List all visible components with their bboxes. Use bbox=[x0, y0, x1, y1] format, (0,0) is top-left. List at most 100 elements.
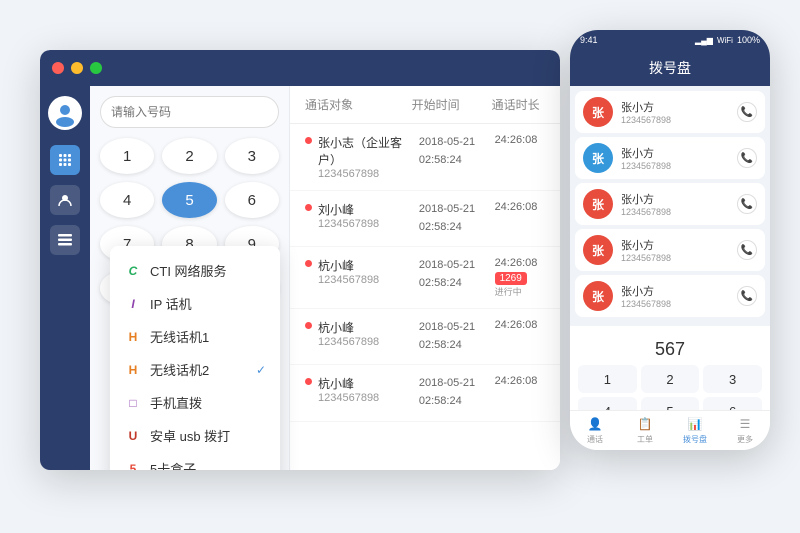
cti-icon: C bbox=[124, 262, 142, 280]
header-duration: 通话时长 bbox=[492, 96, 545, 113]
call-log-list: 张小志（企业客户） 1234567898 2018-05-21 02:58:24… bbox=[290, 124, 560, 470]
call-icon[interactable]: 📞 bbox=[737, 148, 757, 168]
call-duration: 24:26:08 bbox=[495, 319, 545, 331]
wireless2-label: 无线话机2 bbox=[150, 360, 209, 379]
phone-status-bar: 9:41 ▂▄▆ WiFi 100% bbox=[570, 30, 770, 50]
contact-info: 张小方 1234567898 bbox=[621, 99, 729, 125]
call-time: 2018-05-21 02:58:24 bbox=[419, 375, 495, 410]
call-icon[interactable]: 📞 bbox=[737, 286, 757, 306]
list-item[interactable]: 张 张小方 1234567898 📞 bbox=[575, 137, 765, 179]
phone-nav-calls[interactable]: 👤 通话 bbox=[570, 416, 620, 445]
menu-item-mobile[interactable]: □ 手机直拨 bbox=[110, 386, 280, 419]
phone-body: 张 张小方 1234567898 📞 张 张小方 1234567898 📞 张 … bbox=[570, 86, 770, 410]
title-bar bbox=[40, 50, 560, 86]
wireless1-label: 无线话机1 bbox=[150, 327, 209, 346]
call-time: 2018-05-21 02:58:24 bbox=[419, 134, 495, 169]
avatar: 张 bbox=[583, 143, 613, 173]
menu-item-wireless1[interactable]: H 无线话机1 bbox=[110, 320, 280, 353]
phone-dial-key-5[interactable]: 5 bbox=[641, 397, 700, 410]
battery-icon: 100% bbox=[737, 35, 760, 45]
menu-item-ip[interactable]: I IP 话机 bbox=[110, 287, 280, 320]
5card-label: 5卡盒子 bbox=[150, 459, 196, 470]
phone-status-icons: ▂▄▆ WiFi 100% bbox=[695, 35, 760, 45]
contact-info: 杭小峰 1234567898 bbox=[318, 319, 419, 348]
signal-icon: ▂▄▆ bbox=[695, 36, 713, 45]
call-icon[interactable]: 📞 bbox=[737, 194, 757, 214]
dial-display: 567 bbox=[578, 334, 762, 365]
menu-item-cti[interactable]: C CTI 网络服务 bbox=[110, 254, 280, 287]
menu-item-wireless2[interactable]: H 无线话机2 ✓ bbox=[110, 353, 280, 386]
phone-nav-dialpad[interactable]: 📊 拨号盘 bbox=[670, 416, 720, 445]
header-contact: 通话对象 bbox=[305, 96, 412, 113]
minimize-button[interactable] bbox=[71, 62, 83, 74]
call-duration: 24:26:08 bbox=[495, 201, 545, 213]
list-item[interactable]: 张 张小方 1234567898 📞 bbox=[575, 91, 765, 133]
wireless2-icon: H bbox=[124, 361, 142, 379]
list-item[interactable]: 张 张小方 1234567898 📞 bbox=[575, 275, 765, 317]
dial-key-1[interactable]: 1 bbox=[100, 138, 154, 174]
call-duration-badge: 24:26:08 1269 进行中 bbox=[495, 257, 545, 298]
dial-key-4[interactable]: 4 bbox=[100, 182, 154, 218]
table-row[interactable]: 张小志（企业客户） 1234567898 2018-05-21 02:58:24… bbox=[290, 124, 560, 191]
phone-dial-key-6[interactable]: 6 bbox=[703, 397, 762, 410]
dialpad-icon: 📊 bbox=[687, 416, 703, 432]
table-row[interactable]: 杭小峰 1234567898 2018-05-21 02:58:24 24:26… bbox=[290, 309, 560, 365]
table-row[interactable]: 杭小峰 1234567898 2018-05-21 02:58:24 24:26… bbox=[290, 247, 560, 309]
list-item[interactable]: 张 张小方 1234567898 📞 bbox=[575, 229, 765, 271]
calls-icon: 👤 bbox=[587, 416, 603, 432]
phone-dial-key-3[interactable]: 3 bbox=[703, 365, 762, 393]
avatar[interactable] bbox=[48, 96, 82, 130]
mobile-label: 手机直拨 bbox=[150, 393, 202, 412]
phone-nav-workorder[interactable]: 📋 工单 bbox=[620, 416, 670, 445]
table-row[interactable]: 杭小峰 1234567898 2018-05-21 02:58:24 24:26… bbox=[290, 365, 560, 421]
contact-info: 张小方 1234567898 bbox=[621, 191, 729, 217]
contact-info: 张小志（企业客户） 1234567898 bbox=[318, 134, 419, 180]
call-icon[interactable]: 📞 bbox=[737, 102, 757, 122]
phone-dial-key-4[interactable]: 4 bbox=[578, 397, 637, 410]
table-row[interactable]: 刘小峰 1234567898 2018-05-21 02:58:24 24:26… bbox=[290, 191, 560, 247]
contact-info: 张小方 1234567898 bbox=[621, 145, 729, 171]
missed-dot bbox=[305, 378, 312, 385]
phone-dial-key-1[interactable]: 1 bbox=[578, 365, 637, 393]
more-icon: ☰ bbox=[737, 416, 753, 432]
sidebar bbox=[40, 86, 90, 470]
close-button[interactable] bbox=[52, 62, 64, 74]
missed-dot bbox=[305, 204, 312, 211]
phone-nav-more[interactable]: ☰ 更多 bbox=[720, 416, 770, 445]
usb-label: 安卓 usb 拨打 bbox=[150, 426, 230, 445]
sidebar-icon-dial[interactable] bbox=[50, 145, 80, 175]
dial-input[interactable] bbox=[100, 96, 279, 128]
contact-info: 张小方 1234567898 bbox=[621, 283, 729, 309]
dial-key-3[interactable]: 3 bbox=[225, 138, 279, 174]
usb-icon: U bbox=[124, 427, 142, 445]
missed-dot bbox=[305, 137, 312, 144]
avatar: 张 bbox=[583, 189, 613, 219]
maximize-button[interactable] bbox=[90, 62, 102, 74]
sidebar-icon-contacts[interactable] bbox=[50, 185, 80, 215]
header-time: 开始时间 bbox=[412, 96, 492, 113]
list-item[interactable]: 张 张小方 1234567898 📞 bbox=[575, 183, 765, 225]
call-icon[interactable]: 📞 bbox=[737, 240, 757, 260]
menu-item-5card[interactable]: 5 5卡盒子 bbox=[110, 452, 280, 470]
phone-dialpad: 567 1 2 3 4 5 6 7 8 9 * 0 # 📞 bbox=[570, 326, 770, 410]
desktop-app: 1 2 3 4 5 6 7 8 9 0 # C CTI 网络服务 bbox=[40, 50, 560, 470]
sidebar-icon-settings[interactable] bbox=[50, 225, 80, 255]
dial-key-6[interactable]: 6 bbox=[225, 182, 279, 218]
menu-item-usb[interactable]: U 安卓 usb 拨打 bbox=[110, 419, 280, 452]
call-time: 2018-05-21 02:58:24 bbox=[419, 201, 495, 236]
cti-label: CTI 网络服务 bbox=[150, 261, 227, 280]
dial-key-2[interactable]: 2 bbox=[162, 138, 216, 174]
avatar: 张 bbox=[583, 235, 613, 265]
ip-label: IP 话机 bbox=[150, 294, 192, 313]
phone-dial-key-2[interactable]: 2 bbox=[641, 365, 700, 393]
call-log-header: 通话对象 开始时间 通话时长 bbox=[290, 86, 560, 124]
phone-time: 9:41 bbox=[580, 35, 598, 45]
mobile-icon: □ bbox=[124, 394, 142, 412]
dial-key-5[interactable]: 5 bbox=[162, 182, 216, 218]
workorder-icon: 📋 bbox=[637, 416, 653, 432]
phone-header: 拨号盘 bbox=[570, 50, 770, 86]
phone-bottom-nav: 👤 通话 📋 工单 📊 拨号盘 ☰ 更多 bbox=[570, 410, 770, 450]
check-icon: ✓ bbox=[256, 363, 266, 377]
phone-dial-grid: 1 2 3 4 5 6 7 8 9 * 0 # bbox=[578, 365, 762, 410]
app-body: 1 2 3 4 5 6 7 8 9 0 # C CTI 网络服务 bbox=[40, 86, 560, 470]
